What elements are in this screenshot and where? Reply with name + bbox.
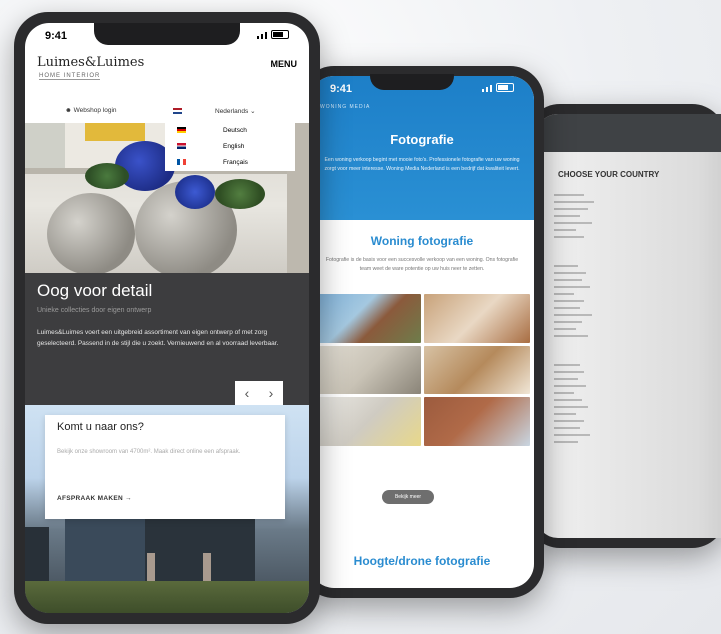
- phone-screen: 9:41 WONING MEDIA Fotografie Een woning …: [310, 76, 534, 588]
- phone-screen: 9:41 Luimes&Luimes HOME INTERIOR MENU ☻ …: [25, 23, 309, 613]
- photo-kitchen[interactable]: [314, 345, 421, 395]
- status-time: 9:41: [45, 30, 68, 42]
- photo-street[interactable]: [423, 397, 530, 446]
- menu-button[interactable]: MENU: [271, 59, 298, 69]
- make-appointment-link[interactable]: AFSPRAAK MAKEN →: [57, 495, 132, 502]
- photo-grid: [314, 294, 530, 446]
- flag-de-icon: [177, 127, 186, 134]
- hero-text: Een woning verkoop begint met mooie foto…: [324, 157, 520, 172]
- dark-header: [536, 114, 721, 152]
- chevron-down-icon: ⌄: [250, 108, 256, 115]
- status-time: 9:41: [330, 83, 353, 95]
- flag-uk-icon: [177, 143, 186, 150]
- phone-luimes: 9:41 Luimes&Luimes HOME INTERIOR MENU ☻ …: [14, 12, 320, 624]
- section-title-woning: Woning fotografie: [370, 234, 474, 248]
- photo-interior[interactable]: [423, 294, 530, 343]
- visit-card: Komt u naar ons? Bekijk onze showroom va…: [45, 415, 285, 519]
- section-body: Luimes&Luimes voert een uitgebreid assor…: [37, 329, 279, 347]
- visit-title: Komt u naar ons?: [57, 421, 144, 433]
- phone-screen: CHOOSE YOUR COUNTRY: [536, 114, 721, 538]
- signal-icon: [482, 83, 514, 95]
- nav-label[interactable]: WONING MEDIA: [320, 104, 524, 110]
- chevron-left-icon[interactable]: ‹: [235, 381, 259, 405]
- page-title: Fotografie: [390, 132, 454, 147]
- photo-room[interactable]: [314, 397, 421, 446]
- logo-subtitle: HOME INTERIOR: [39, 73, 101, 80]
- section-text-woning: Fotografie is de basis voor een succesvo…: [325, 257, 519, 272]
- language-option[interactable]: English: [165, 139, 295, 155]
- signal-icon: [257, 30, 289, 42]
- flag-fr-icon: [177, 159, 186, 166]
- site-header: Luimes&Luimes HOME INTERIOR MENU: [25, 49, 309, 101]
- flag-nl-icon: [173, 108, 186, 115]
- language-select[interactable]: Nederlands ⌄: [215, 107, 256, 115]
- view-more-button[interactable]: Bekijk meer: [382, 490, 434, 504]
- visit-text: Bekijk onze showroom van 4700m². Maak di…: [57, 449, 241, 455]
- section-title: Oog voor detail: [37, 281, 153, 300]
- section-subtitle: Unieke collecties door eigen ontwerp: [37, 307, 152, 314]
- photo-living-room[interactable]: [423, 345, 530, 395]
- language-option[interactable]: Français: [165, 155, 295, 171]
- phone-fotografie: 9:41 WONING MEDIA Fotografie Een woning …: [300, 66, 544, 598]
- phone-country-selector: CHOOSE YOUR COUNTRY: [526, 104, 721, 548]
- section-title-drone: Hoogte/drone fotografie: [353, 554, 491, 568]
- photo-house-exterior[interactable]: [314, 294, 421, 343]
- language-dropdown[interactable]: Deutsch English Français: [165, 123, 295, 171]
- language-option[interactable]: Deutsch: [165, 123, 295, 139]
- user-icon: ☻: [65, 107, 72, 114]
- notch: [94, 23, 240, 45]
- country-title: CHOOSE YOUR COUNTRY: [558, 170, 660, 179]
- chevron-right-icon[interactable]: ›: [259, 381, 283, 405]
- blue-hero: 9:41 WONING MEDIA Fotografie Een woning …: [310, 76, 534, 220]
- carousel-controls: ‹ ›: [235, 381, 283, 405]
- country-list[interactable]: [554, 194, 594, 448]
- webshop-login-link[interactable]: ☻ Webshop login: [65, 107, 117, 114]
- top-toolbar: ☻ Webshop login Nederlands ⌄: [25, 101, 309, 123]
- notch: [370, 74, 454, 90]
- logo[interactable]: Luimes&Luimes: [37, 55, 144, 70]
